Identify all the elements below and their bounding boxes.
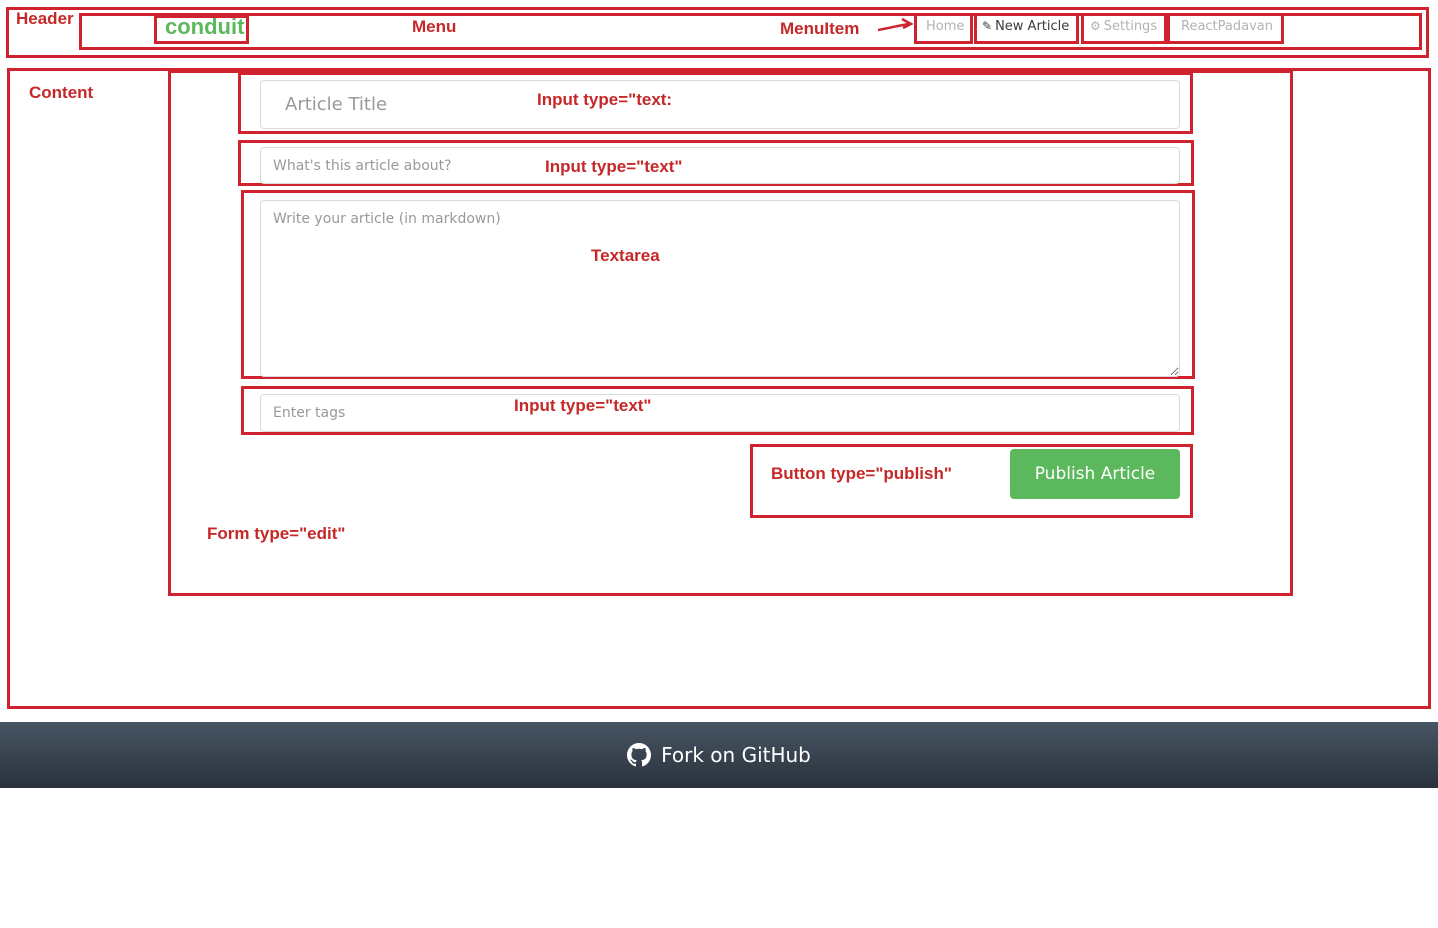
- publish-article-button[interactable]: Publish Article: [1010, 449, 1180, 499]
- footer-github-link[interactable]: Fork on GitHub: [0, 722, 1438, 788]
- menu-annotation-label: Menu: [412, 17, 457, 36]
- about-input-annotation-label: Input type="text": [545, 157, 683, 176]
- content-annotation-label: Content: [29, 83, 94, 102]
- form-annotation-label: Form type="edit": [207, 524, 346, 543]
- article-about-input[interactable]: [260, 147, 1180, 184]
- title-input-annotation-label: Input type="text:: [537, 90, 673, 109]
- nav-item-settings-label: Settings: [1103, 19, 1158, 34]
- github-icon: [627, 743, 652, 767]
- brand-logo[interactable]: conduit: [165, 16, 244, 38]
- edit-icon: ✎: [982, 19, 993, 33]
- nav-item-profile[interactable]: ReactPadavan: [1181, 20, 1273, 33]
- menu-item-arrow: [877, 17, 914, 32]
- nav-item-new-article[interactable]: ✎ New Article: [982, 20, 1069, 33]
- textarea-annotation-label: Textarea: [591, 246, 660, 265]
- nav-item-home[interactable]: Home: [926, 20, 964, 33]
- gear-icon: ⚙: [1090, 19, 1101, 33]
- article-title-input[interactable]: [260, 80, 1180, 129]
- annotated-screenshot: Header Menu MenuItem conduit Home ✎ New A…: [0, 0, 1438, 928]
- nav-item-settings[interactable]: ⚙ Settings: [1090, 20, 1157, 33]
- publish-button-annotation-label: Button type="publish": [771, 464, 952, 483]
- header-annotation-label: Header: [16, 9, 74, 28]
- footer-label: Fork on GitHub: [661, 743, 811, 767]
- menu-item-annotation-label: MenuItem: [780, 19, 860, 38]
- tags-input-annotation-label: Input type="text": [514, 396, 652, 415]
- nav-item-new-article-label: New Article: [995, 19, 1070, 34]
- tags-input[interactable]: [260, 394, 1180, 432]
- article-body-textarea[interactable]: [260, 200, 1180, 377]
